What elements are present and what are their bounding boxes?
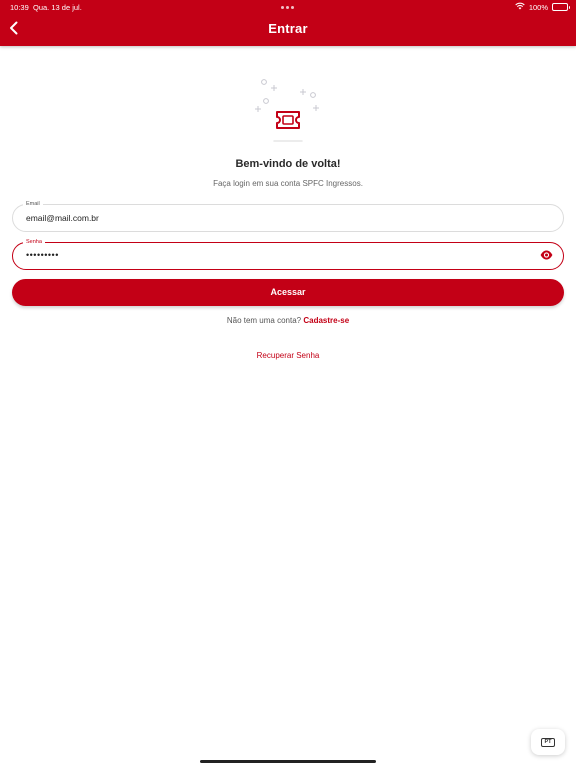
language-code: PT bbox=[541, 737, 555, 747]
login-screen: 10:39 Qua. 13 de jul. 100% Entrar Bem-vi… bbox=[0, 0, 576, 768]
welcome-subtitle: Faça login em sua conta SPFC Ingressos. bbox=[213, 179, 363, 188]
password-input[interactable]: ••••••••• bbox=[26, 250, 59, 260]
welcome-title: Bem-vindo de volta! bbox=[235, 158, 341, 170]
multitasking-dots[interactable] bbox=[281, 6, 294, 9]
signup-link[interactable]: Cadastre-se bbox=[303, 316, 349, 325]
status-time: 10:39 bbox=[10, 3, 29, 12]
battery-icon bbox=[552, 3, 570, 11]
page-title: Entrar bbox=[268, 21, 308, 36]
toggle-password-visibility-button[interactable] bbox=[539, 249, 553, 263]
recover-password-link[interactable]: Recuperar Senha bbox=[0, 351, 576, 360]
status-date: Qua. 13 de jul. bbox=[33, 3, 82, 12]
email-label: Email bbox=[23, 200, 43, 208]
password-field[interactable]: Senha ••••••••• bbox=[12, 238, 564, 270]
signup-prompt: Não tem uma conta? bbox=[226, 316, 302, 325]
email-field[interactable]: Email email@mail.com.br bbox=[12, 200, 564, 232]
ticket-icon bbox=[276, 111, 300, 129]
status-right: 100% bbox=[515, 2, 570, 12]
login-button[interactable]: Acessar bbox=[12, 279, 564, 306]
email-input[interactable]: email@mail.com.br bbox=[26, 213, 99, 223]
signup-row: Não tem uma conta? Cadastre-se bbox=[0, 316, 576, 325]
eye-icon bbox=[540, 247, 553, 265]
battery-percent: 100% bbox=[528, 2, 548, 12]
app-header: 10:39 Qua. 13 de jul. 100% Entrar bbox=[0, 0, 576, 46]
home-indicator[interactable] bbox=[200, 760, 376, 763]
wifi-icon bbox=[515, 2, 525, 12]
language-button[interactable]: PT bbox=[531, 729, 565, 755]
password-label: Senha bbox=[23, 238, 45, 246]
status-bar: 10:39 Qua. 13 de jul. 100% bbox=[0, 0, 576, 14]
ticket-illustration bbox=[248, 74, 328, 146]
